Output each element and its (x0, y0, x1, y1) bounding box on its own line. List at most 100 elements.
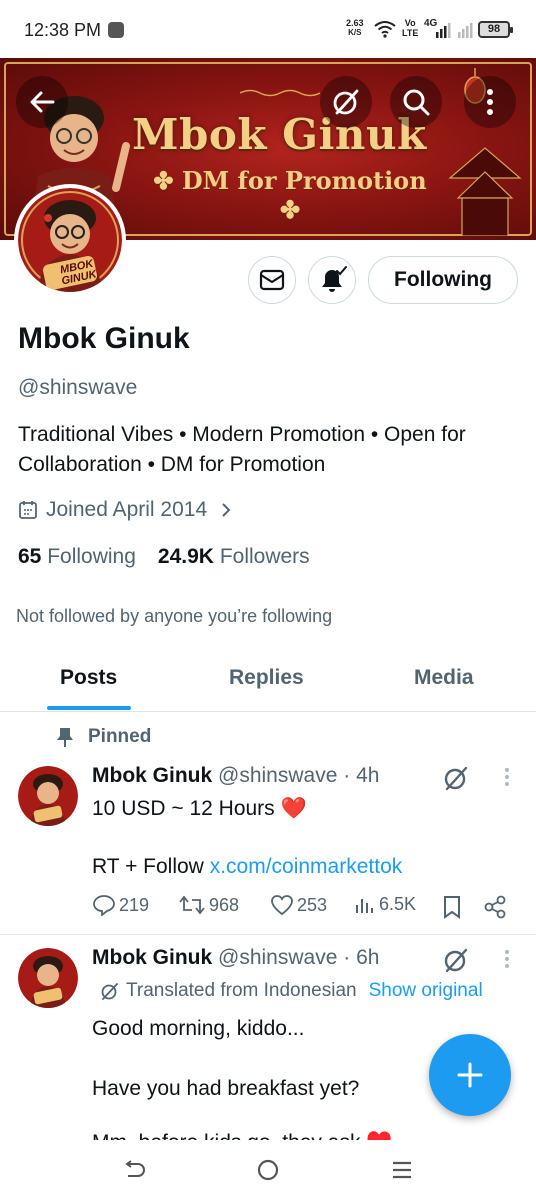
more-vertical-icon (487, 89, 493, 115)
tab-media[interactable]: Media (414, 666, 474, 690)
home-circle-icon[interactable] (256, 1158, 280, 1182)
bell-check-icon (322, 266, 347, 292)
post-time[interactable]: 4h (356, 764, 379, 787)
banner-star-left-icon: ✤ (153, 166, 182, 195)
post-text-line3: Mm, before kids go, they ask ♥️ (92, 1131, 392, 1140)
post-avatar[interactable] (18, 766, 78, 826)
banner-subtitle: ✤ DM for Promotion ✤ (140, 166, 440, 224)
reply-count: 219 (119, 894, 150, 915)
banner-title: Mbok Ginuk (132, 110, 427, 159)
battery-indicator: 98 (478, 21, 513, 38)
system-navigation-bar (0, 1140, 536, 1200)
translation-note: Translated from Indonesian Show original (100, 980, 483, 1002)
views-bar-chart-icon (356, 898, 373, 913)
grok-button[interactable] (320, 76, 372, 128)
plus-icon (457, 1062, 483, 1088)
banner-ornament (240, 89, 320, 97)
notification-app-icon (108, 22, 124, 38)
post-link[interactable]: x.com/coinmarkettok (210, 855, 403, 878)
post-text-line-clipped: Mm, before kids go, they ask ♥️ (92, 1128, 472, 1140)
post-text-line: 10 USD ~ 12 Hours ❤️ (92, 797, 307, 820)
calendar-icon (19, 501, 37, 519)
back-gesture-icon[interactable] (122, 1158, 146, 1182)
not-followed-note: Not followed by anyone you’re following (16, 606, 333, 626)
post-more-button[interactable] (500, 768, 514, 786)
repost-icon (179, 895, 205, 915)
like-count: 253 (297, 894, 328, 915)
compose-post-button[interactable] (429, 1034, 511, 1116)
post-author-name[interactable]: Mbok Ginuk (92, 946, 212, 969)
followers-count-link[interactable]: 24.9K Followers (158, 545, 310, 569)
post-avatar-image (18, 948, 78, 1008)
envelope-icon (259, 269, 285, 291)
profile-bio: Traditional Vibes • Modern Promotion • O… (18, 423, 466, 476)
reply-button[interactable]: 219 (92, 894, 149, 916)
post-header: Mbok Ginuk @shinswave · 6h (92, 946, 379, 970)
recents-menu-icon[interactable] (390, 1158, 414, 1182)
grok-translate-icon (101, 983, 118, 1000)
post-author-handle[interactable]: @shinswave (218, 764, 337, 787)
post-text-line: Good morning, kiddo... (92, 1017, 305, 1040)
network-speed-value: 2.63 (346, 18, 364, 28)
tab-posts[interactable]: Posts (60, 666, 117, 690)
post-divider (0, 934, 536, 935)
profile-handle: @shinswave (18, 376, 138, 399)
grok-icon[interactable] (442, 764, 470, 792)
back-arrow-icon (30, 91, 55, 113)
following-label: Following (47, 545, 136, 568)
show-original-link[interactable]: Show original (369, 980, 483, 1002)
signal-bars-icon (436, 23, 473, 38)
post-author-name[interactable]: Mbok Ginuk (92, 764, 212, 787)
volte-bottom: LTE (402, 28, 419, 38)
heart-icon (271, 895, 293, 916)
post-separator: · (343, 946, 351, 969)
tab-replies[interactable]: Replies (229, 666, 304, 690)
profile-display-name: Mbok Ginuk (18, 322, 190, 355)
profile-tabs: Posts Replies Media (0, 648, 536, 712)
network-speed-unit: K/S (348, 28, 362, 37)
share-icon[interactable] (484, 895, 506, 919)
bookmark-icon[interactable] (442, 895, 462, 919)
status-bar: 12:38 PM 2.63 K/S Vo LTE 4G 98 (0, 0, 536, 58)
search-button[interactable] (390, 76, 442, 128)
like-button[interactable]: 253 (270, 894, 327, 916)
post-text-line: RT + Follow x.com/coinmarkettok (92, 852, 402, 881)
repost-button[interactable]: 968 (178, 894, 239, 916)
views-button[interactable]: 6.5K (354, 894, 416, 915)
following-button[interactable]: Following (368, 256, 518, 304)
following-count: 65 (18, 545, 42, 568)
pinned-label: Pinned (56, 726, 151, 748)
joined-text: Joined April 2014 (46, 498, 208, 521)
post-separator: · (343, 764, 351, 787)
message-button[interactable] (248, 256, 296, 304)
more-options-button[interactable] (464, 76, 516, 128)
post-author-handle[interactable]: @shinswave (218, 946, 337, 969)
banner-subtitle-text: DM for Promotion (181, 166, 427, 195)
pinned-text: Pinned (88, 726, 152, 747)
post-header: Mbok Ginuk @shinswave · 4h (92, 764, 379, 788)
translated-text: Translated from Indonesian (126, 980, 357, 1001)
post-avatar-image (18, 766, 78, 826)
status-time: 12:38 PM (24, 20, 102, 40)
repost-count: 968 (209, 894, 240, 915)
post-metrics: 219 968 253 6.5K (92, 894, 512, 922)
notifications-button[interactable] (308, 256, 356, 304)
network-speed: 2.63 K/S (346, 18, 364, 38)
post-more-button[interactable] (500, 950, 514, 968)
view-count: 6.5K (379, 894, 417, 914)
active-tab-indicator (47, 706, 131, 710)
profile-avatar[interactable]: MBOK GINUK (14, 184, 126, 296)
post-text-line: Have you had breakfast yet? (92, 1077, 360, 1100)
pin-icon (57, 728, 73, 747)
post-time[interactable]: 6h (356, 946, 379, 969)
following-count-link[interactable]: 65 Following (18, 545, 136, 569)
back-button[interactable] (16, 76, 68, 128)
banner-temple-decoration (448, 147, 522, 236)
joined-date[interactable]: Joined April 2014 (18, 498, 233, 522)
post-avatar[interactable] (18, 948, 78, 1008)
reply-icon (93, 895, 115, 916)
banner-star-right-icon: ✤ (279, 195, 301, 224)
follow-counts: 65 Following 24.9K Followers (18, 545, 310, 569)
post-text-prefix: RT + Follow (92, 855, 210, 878)
grok-icon[interactable] (442, 946, 470, 974)
